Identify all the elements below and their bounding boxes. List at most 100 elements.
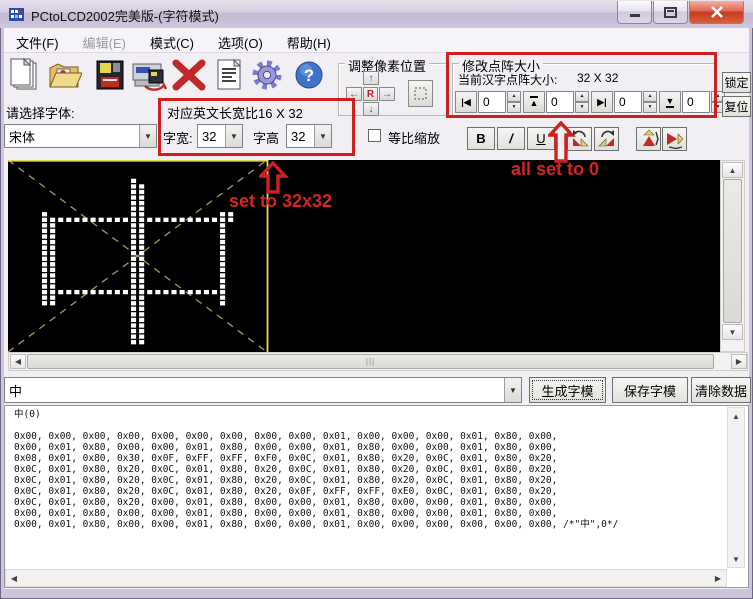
lcd-pixel[interactable] (220, 273, 226, 278)
lcd-pixel[interactable] (139, 278, 145, 284)
lcd-pixel[interactable] (41, 223, 48, 228)
lcd-pixel[interactable] (131, 178, 137, 184)
open-file-button[interactable] (47, 57, 83, 93)
lcd-pixel[interactable] (41, 278, 48, 284)
reset-position-button[interactable]: R (363, 87, 378, 101)
lcd-pixel[interactable] (220, 289, 226, 295)
lcd-pixel[interactable] (139, 301, 145, 306)
lcd-pixel[interactable] (139, 223, 145, 228)
help-button[interactable]: ? (291, 57, 327, 93)
lcd-pixel[interactable] (139, 212, 145, 217)
rotate-right-button[interactable] (594, 127, 619, 151)
lcd-pixel[interactable] (50, 223, 56, 228)
lcd-pixel[interactable] (131, 312, 137, 317)
lcd-pixel[interactable] (220, 239, 226, 245)
chevron-down-icon[interactable]: ▼ (504, 378, 521, 402)
lcd-pixel[interactable] (139, 328, 145, 334)
maximize-button[interactable] (653, 1, 688, 24)
lcd-pixel[interactable] (90, 217, 96, 222)
lcd-pixel[interactable] (171, 289, 177, 295)
lcd-pixel[interactable] (131, 317, 137, 323)
lcd-pixel[interactable] (131, 195, 137, 200)
lcd-pixel[interactable] (50, 267, 56, 273)
output-vertical-scrollbar[interactable]: ▲ ▼ (727, 407, 745, 568)
lcd-pixel[interactable] (228, 212, 234, 217)
menu-item-0[interactable]: 文件(F) (4, 28, 71, 53)
lcd-pixel[interactable] (139, 267, 145, 273)
lcd-pixel[interactable] (50, 301, 56, 306)
lcd-vertical-scrollbar[interactable]: ▲ ▼ (720, 160, 745, 352)
lcd-pixel[interactable] (139, 340, 145, 345)
lcd-pixel[interactable] (50, 239, 56, 245)
lcd-pixel[interactable] (41, 267, 48, 273)
lcd-pixel[interactable] (139, 317, 145, 323)
flip-horizontal-button[interactable] (662, 127, 687, 151)
lcd-pixel[interactable] (66, 289, 72, 295)
flip-vertical-button[interactable] (636, 127, 661, 151)
save-as-button[interactable] (131, 57, 167, 93)
lcd-pixel[interactable] (131, 212, 137, 217)
lcd-pixel[interactable] (98, 217, 104, 222)
lcd-pixel[interactable] (220, 217, 226, 222)
lcd-pixel[interactable] (139, 184, 145, 189)
lcd-pixel[interactable] (155, 289, 161, 295)
lcd-pixel[interactable] (41, 245, 48, 250)
lcd-pixel[interactable] (139, 256, 145, 261)
title-bar[interactable]: PCtoLCD2002完美版-(字符模式) (0, 0, 753, 28)
lcd-pixel[interactable] (220, 262, 226, 267)
lcd-pixel[interactable] (41, 228, 48, 234)
lcd-pixel[interactable] (139, 334, 145, 339)
lcd-pixel[interactable] (50, 245, 56, 250)
lcd-pixel[interactable] (90, 289, 96, 295)
lcd-pixel[interactable] (195, 217, 201, 222)
generate-font-button[interactable]: 生成字模 (529, 377, 606, 403)
lcd-pixel[interactable] (131, 200, 137, 206)
scroll-left-button[interactable]: ◀ (7, 571, 21, 585)
lcd-pixel[interactable] (155, 217, 161, 222)
scroll-right-button[interactable]: ▶ (731, 354, 747, 369)
scrollbar-thumb[interactable]: ||| (27, 354, 714, 369)
font-code-output[interactable]: 中(0) 0x00, 0x00, 0x00, 0x00, 0x00, 0x00,… (4, 405, 749, 588)
lcd-pixel[interactable] (114, 217, 120, 222)
lcd-pixel[interactable] (106, 217, 112, 222)
lcd-pixel[interactable] (220, 267, 226, 273)
lcd-pixel[interactable] (220, 295, 226, 300)
close-button[interactable] (689, 1, 744, 24)
lcd-pixel[interactable] (139, 217, 145, 222)
lcd-pixel[interactable] (131, 334, 137, 339)
lcd-pixel[interactable] (131, 301, 137, 306)
lcd-pixel[interactable] (74, 217, 80, 222)
lcd-pixel[interactable] (203, 217, 209, 222)
lcd-pixel[interactable] (50, 262, 56, 267)
lcd-pixel[interactable] (220, 256, 226, 261)
lcd-pixel[interactable] (179, 217, 185, 222)
char-code-button[interactable] (211, 57, 247, 93)
lcd-pixel[interactable] (82, 289, 88, 295)
lcd-pixel[interactable] (139, 200, 145, 206)
lcd-pixel[interactable] (58, 289, 64, 295)
lcd-pixel[interactable] (50, 234, 56, 239)
save-button[interactable] (92, 57, 128, 93)
lcd-pixel[interactable] (131, 278, 137, 284)
lcd-pixel[interactable] (41, 273, 48, 278)
lcd-pixel[interactable] (131, 284, 137, 289)
lcd-pixel[interactable] (131, 245, 137, 250)
lcd-pixel[interactable] (195, 289, 201, 295)
lcd-pixel[interactable] (131, 189, 137, 195)
lcd-pixel[interactable] (220, 223, 226, 228)
lcd-pixel[interactable] (122, 289, 129, 295)
lcd-pixel[interactable] (131, 228, 137, 234)
lcd-pixel[interactable] (131, 295, 137, 300)
lcd-pixel[interactable] (106, 289, 112, 295)
move-up-button[interactable]: ↑ (363, 71, 379, 85)
new-document-button[interactable] (6, 57, 42, 93)
lcd-pixel[interactable] (131, 267, 137, 273)
lcd-pixel[interactable] (50, 284, 56, 289)
lcd-pixel[interactable] (220, 234, 226, 239)
lcd-pixel[interactable] (171, 217, 177, 222)
lcd-pixel[interactable] (139, 234, 145, 239)
lcd-pixel[interactable] (139, 289, 145, 295)
lcd-pixel[interactable] (139, 195, 145, 200)
lcd-pixel[interactable] (220, 212, 226, 217)
lcd-pixel[interactable] (50, 295, 56, 300)
